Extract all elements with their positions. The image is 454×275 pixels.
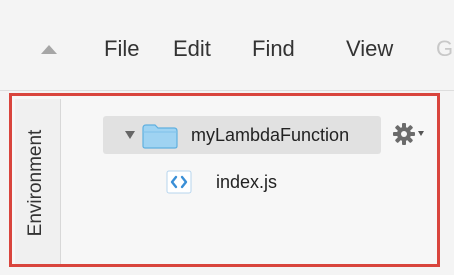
root-folder-label: myLambdaFunction — [191, 125, 350, 145]
menu-divider — [0, 90, 454, 91]
environment-tab[interactable]: Environment — [15, 99, 61, 264]
menu-find[interactable]: Find — [252, 36, 295, 62]
menu-view[interactable]: View — [346, 36, 393, 62]
file-label: index.js — [216, 172, 278, 192]
menu-bar: File Edit Find View G — [0, 0, 454, 90]
folder-icon — [142, 124, 178, 149]
gear-icon — [393, 123, 415, 145]
environment-panel: Environment myLambdaFunction index.js — [9, 93, 440, 267]
environment-tab-label: Environment — [25, 129, 46, 237]
triangle-up-icon[interactable] — [41, 45, 57, 54]
menu-file[interactable]: File — [104, 36, 139, 62]
ide-window: File Edit Find View G Environment myLamb… — [0, 0, 454, 275]
menu-edit[interactable]: Edit — [173, 36, 211, 62]
menu-go[interactable]: G — [436, 36, 453, 62]
js-file-icon — [166, 170, 192, 194]
expand-toggle-icon[interactable] — [125, 131, 135, 139]
settings-menu-button[interactable] — [392, 122, 426, 148]
tree-item-file[interactable]: index.js — [162, 168, 362, 198]
chevron-down-icon — [418, 131, 424, 136]
tree-item-root-folder[interactable]: myLambdaFunction — [103, 116, 381, 154]
